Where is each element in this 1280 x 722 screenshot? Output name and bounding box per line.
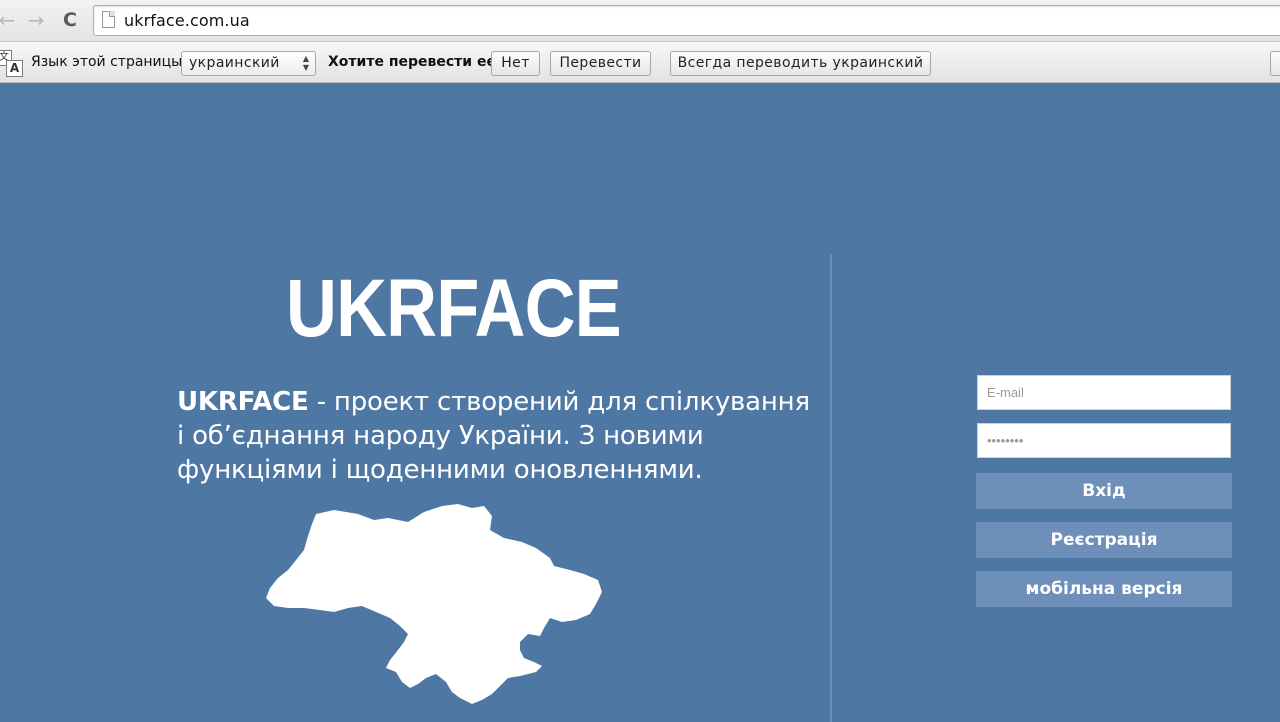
email-input[interactable] xyxy=(978,376,1230,409)
language-select-value: украинский xyxy=(189,55,280,71)
register-button[interactable]: Реєстрація xyxy=(976,522,1232,558)
reload-icon[interactable]: C xyxy=(59,8,81,32)
translate-icon-glyph-2: A xyxy=(6,60,23,77)
translate-icon: 文 A xyxy=(0,50,24,78)
select-arrows-icon: ▲ ▼ xyxy=(302,54,309,72)
mobile-version-button[interactable]: мобільна версія xyxy=(976,571,1232,607)
login-button[interactable]: Вхід xyxy=(976,473,1232,509)
page-language-label: Язык этой страницы xyxy=(31,54,183,70)
back-arrow-icon[interactable]: ← xyxy=(0,8,18,32)
url-text[interactable]: ukrface.com.ua xyxy=(124,11,250,30)
description-line-3: функціями і щоденними оновленнями. xyxy=(177,455,703,485)
site-description: UKRFACE - проект створений для спілкуван… xyxy=(177,385,817,487)
translate-button[interactable]: Перевести xyxy=(550,51,651,76)
translate-question: Хотите перевести ее? xyxy=(328,54,505,70)
password-field[interactable] xyxy=(977,423,1231,458)
browser-toolbar: ← → C ukrface.com.ua xyxy=(0,0,1280,41)
description-line-1: - проект створений для спілкування xyxy=(308,387,810,417)
address-bar[interactable]: ukrface.com.ua xyxy=(93,5,1280,36)
no-button[interactable]: Нет xyxy=(491,51,540,76)
language-select[interactable]: украинский ▲ ▼ xyxy=(181,51,316,76)
always-translate-button[interactable]: Всегда переводить украинский xyxy=(670,51,931,76)
password-input[interactable] xyxy=(978,424,1230,457)
email-field[interactable] xyxy=(977,375,1231,410)
forward-arrow-icon[interactable]: → xyxy=(25,8,47,32)
description-line-2: і об’єднання народу України. З новими xyxy=(177,421,704,451)
ukraine-map-image xyxy=(266,504,602,704)
vertical-divider xyxy=(830,254,832,722)
description-brand: UKRFACE xyxy=(177,387,309,417)
infobar-close-button[interactable] xyxy=(1270,51,1280,76)
site-logo: UKRFACE xyxy=(286,263,622,354)
page-icon xyxy=(102,11,115,28)
translate-infobar: 文 A Язык этой страницы украинский ▲ ▼ Хот… xyxy=(0,41,1280,83)
